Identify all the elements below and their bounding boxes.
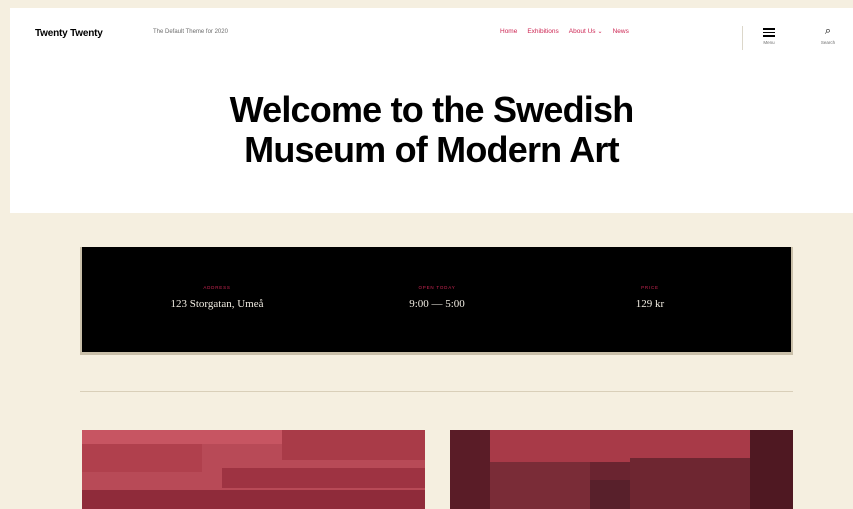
site-title-link[interactable]: Twenty Twenty [35,28,103,39]
info-address-value: 123 Storgatan, Umeå [170,298,264,310]
page-title-line-2: Museum of Modern Art [244,129,619,170]
info-address-key: Address [203,285,231,290]
info-hours-value: 9:00 — 5:00 [409,298,465,310]
nav-item-about-us[interactable]: About Us ⌄ [569,28,603,35]
site-description: The Default Theme for 2020 [153,29,228,35]
info-address: Address 123 Storgatan, Umeå [117,285,317,310]
info-hours: Open Today 9:00 — 5:00 [337,285,537,310]
info-hours-key: Open Today [418,285,456,290]
nav-item-home[interactable]: Home [500,28,517,35]
search-toggle-label: Search [820,40,836,45]
nav-item-exhibitions[interactable]: Exhibitions [527,28,558,35]
page-title: Welcome to the Swedish Museum of Modern … [10,90,853,170]
info-price-value: 129 kr [635,298,665,310]
page-title-line-1: Welcome to the Swedish [229,89,635,130]
search-toggle-button[interactable]: ⌕ Search [813,24,843,45]
artwork-image-left[interactable] [82,430,425,509]
menu-toggle-label: Menu [763,39,775,45]
nav-item-news[interactable]: News [613,28,629,35]
info-bar: Address 123 Storgatan, Umeå Open Today 9… [80,247,793,355]
section-divider [80,391,793,392]
search-icon: ⌕ [824,25,832,37]
chevron-down-icon: ⌄ [597,29,603,35]
primary-nav: Home Exhibitions About Us ⌄ News [500,28,629,35]
header-divider [742,26,743,50]
nav-item-about-us-label: About Us [568,28,596,35]
hamburger-icon [763,28,775,37]
info-price: Price 129 kr [550,285,750,310]
info-price-key: Price [641,285,659,290]
artwork-image-right[interactable] [450,430,793,509]
menu-toggle-button[interactable]: Menu [754,24,784,45]
